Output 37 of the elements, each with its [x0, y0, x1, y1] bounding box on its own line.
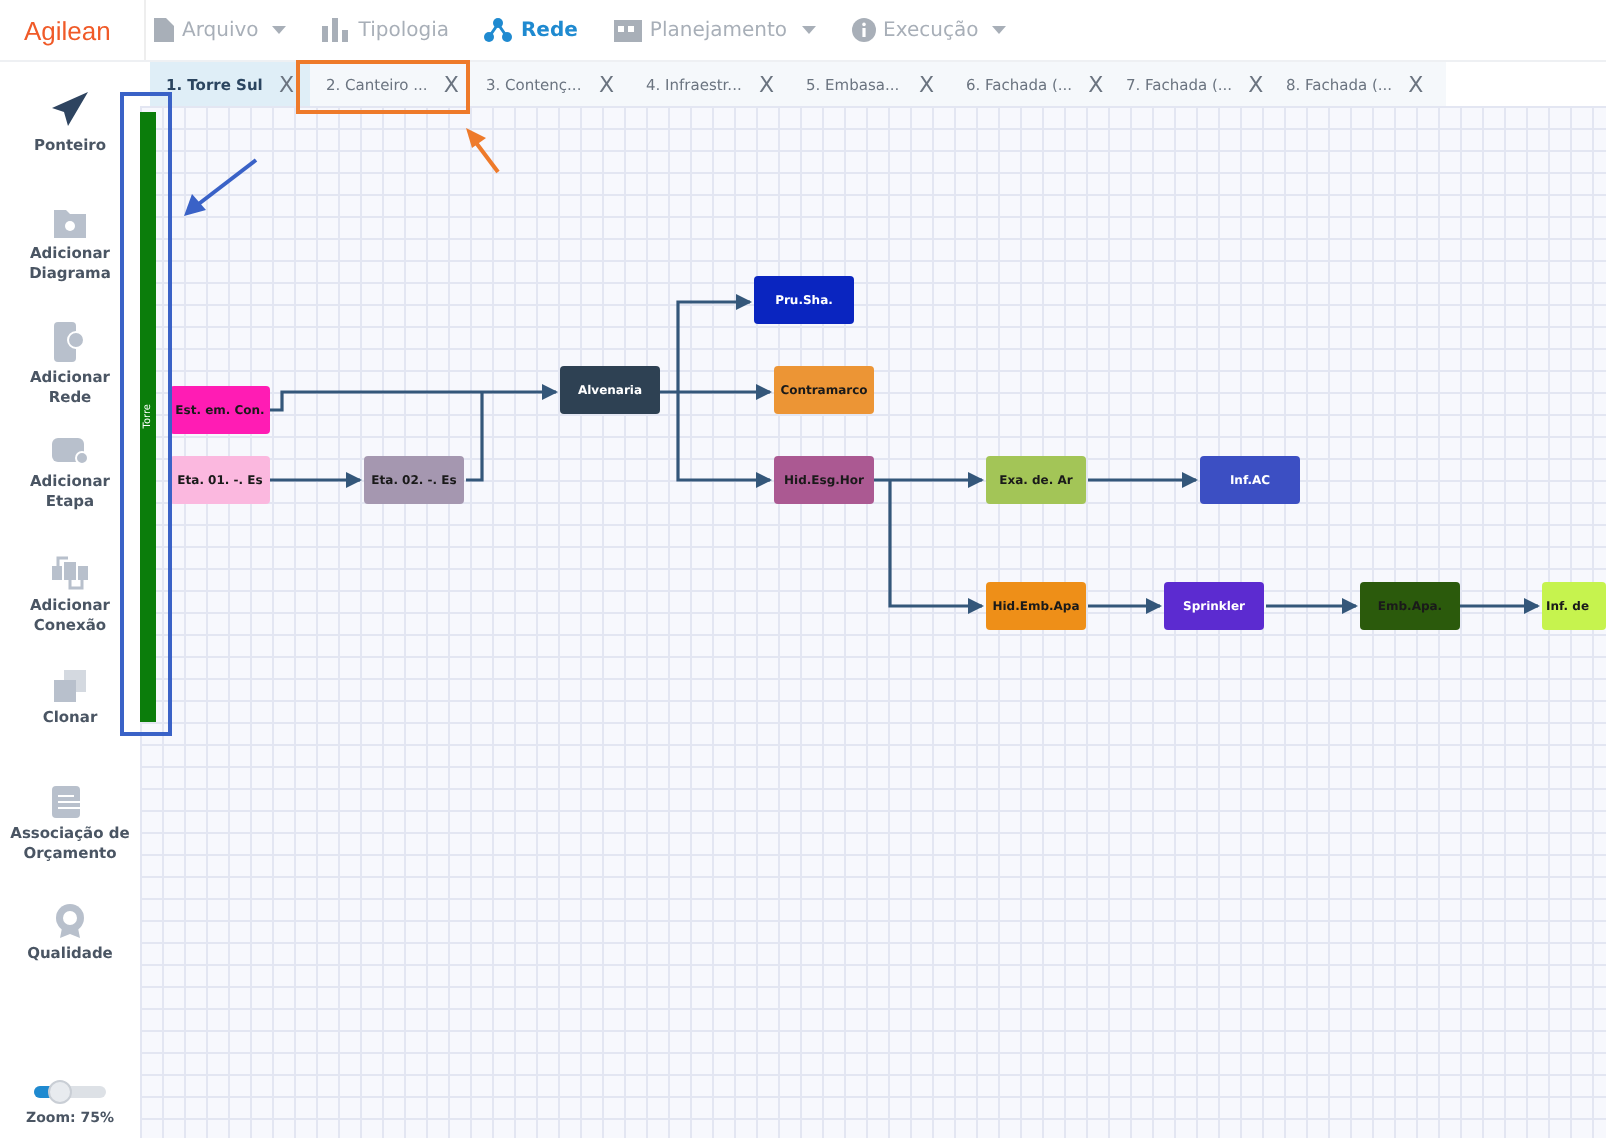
- info-circle-icon: [851, 18, 876, 42]
- connector-arrow[interactable]: [1460, 598, 1540, 614]
- pointer-arrow: [184, 158, 258, 216]
- card-plus-icon: [52, 438, 88, 466]
- calendar-icon: [613, 18, 642, 42]
- close-tab-button[interactable]: X: [278, 71, 294, 97]
- close-tab-button[interactable]: X: [918, 71, 934, 97]
- connection-icon: [52, 554, 88, 590]
- close-tab-button[interactable]: X: [1088, 71, 1104, 97]
- clone-icon: [54, 670, 86, 702]
- connector-arrow[interactable]: [888, 480, 984, 614]
- connector-arrow[interactable]: [1266, 598, 1358, 614]
- connector-arrow[interactable]: [1088, 598, 1162, 614]
- close-tab-button[interactable]: X: [1248, 71, 1264, 97]
- network-icon: [484, 18, 513, 42]
- connector-arrow[interactable]: [1088, 472, 1198, 488]
- menu-item[interactable]: Rede: [476, 18, 586, 42]
- slider-thumb[interactable]: [47, 1080, 72, 1104]
- connector-arrow[interactable]: [676, 392, 772, 488]
- app-logo[interactable]: Agilean: [0, 15, 144, 45]
- close-tab-button[interactable]: X: [1408, 71, 1424, 97]
- document-icon: [154, 18, 174, 42]
- connector-arrow[interactable]: [270, 472, 362, 488]
- badge-icon: [54, 902, 86, 938]
- close-tab-button[interactable]: X: [598, 71, 614, 97]
- close-tab-button[interactable]: X: [443, 71, 459, 97]
- bar-chart-icon: [322, 18, 351, 42]
- paper-plane-icon: [50, 90, 90, 130]
- pointer-arrow: [466, 128, 500, 174]
- document-plus-icon: [54, 322, 86, 362]
- folder-icon: [54, 206, 86, 238]
- connector-arrow[interactable]: [270, 384, 558, 412]
- connector-arrow[interactable]: [676, 294, 752, 392]
- connector-arrow[interactable]: [874, 472, 984, 488]
- zoom-slider[interactable]: [33, 1086, 106, 1098]
- close-tab-button[interactable]: X: [758, 71, 774, 97]
- connector-arrow[interactable]: [660, 384, 772, 400]
